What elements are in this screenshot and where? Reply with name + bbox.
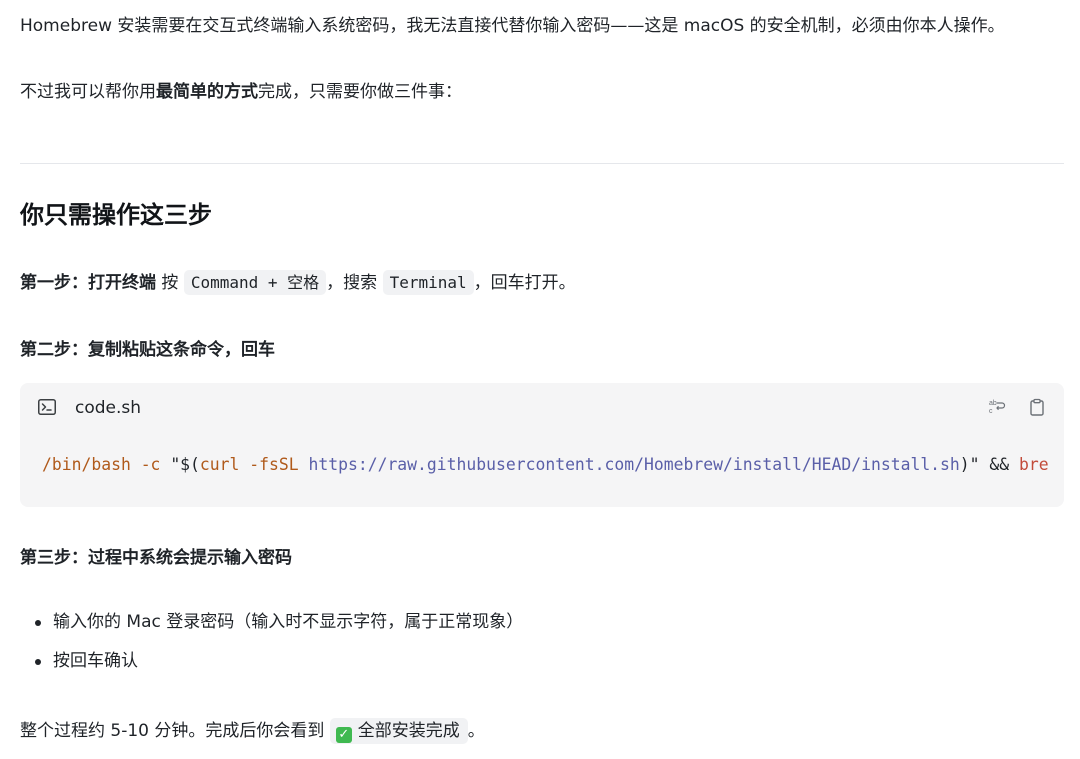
svg-text:c: c: [989, 408, 993, 415]
code-token-truncated: bre: [1019, 455, 1049, 474]
list-item: 输入你的 Mac 登录密码（输入时不显示字符，属于正常现象）: [20, 610, 523, 634]
bullet-dot: [35, 659, 41, 665]
intro-bold-text: 最简单的方式: [156, 82, 258, 102]
terminal-icon: [38, 399, 56, 415]
final-text-pre: 整个过程约 5-10 分钟。完成后你会看到: [20, 721, 330, 741]
horizontal-divider: [20, 163, 1064, 164]
code-token-flag: -c: [140, 455, 161, 474]
intro-text-post: 完成，只需要你做三件事：: [258, 82, 462, 102]
list-item-text: 按回车确认: [53, 651, 138, 671]
check-icon: ✓: [335, 727, 352, 743]
code-block-header: code.sh ab c: [20, 383, 1064, 433]
code-line[interactable]: /bin/bash -c "$(curl -fsSL https://raw.g…: [42, 453, 1049, 477]
bullet-dot: [35, 620, 41, 626]
step-three-list: 输入你的 Mac 登录密码（输入时不显示字符，属于正常现象） 按回车确认: [20, 610, 523, 688]
list-item-text: 输入你的 Mac 登录密码（输入时不显示字符，属于正常现象）: [53, 612, 524, 632]
step-one-label: 第一步：打开终端: [20, 273, 156, 293]
done-chip-text: 全部安装完成: [357, 721, 460, 741]
code-token-url: https://raw.githubusercontent.com/Homebr…: [308, 455, 960, 474]
clipboard-icon[interactable]: [1028, 398, 1046, 416]
code-token-subshell-open: "$(: [170, 455, 200, 474]
step-two-label: 第二步：复制粘贴这条命令，回车: [20, 340, 275, 360]
inline-code-shortcut: Command + 空格: [183, 270, 327, 295]
step-one: 第一步：打开终端 按 Command + 空格 ，搜索 Terminal ，回车打开…: [20, 270, 576, 295]
code-token-and: &&: [989, 455, 1010, 474]
final-paragraph: 整个过程约 5-10 分钟。完成后你会看到 ✓ 全部安装完成。: [20, 718, 485, 744]
code-token-curl: curl: [199, 455, 240, 474]
section-heading: 你只需操作这三步: [20, 201, 212, 229]
code-token-subshell-close: )": [959, 455, 980, 474]
final-text-post: 。: [467, 721, 485, 741]
intro-text-pre: 不过我可以帮你用: [20, 82, 156, 102]
code-filename: code.sh: [75, 398, 142, 418]
code-block: code.sh ab c /bin/bash -c "$(curl -fsSL …: [20, 383, 1064, 507]
code-token-command: /bin/bash: [42, 455, 131, 474]
step-three-label: 第三步：过程中系统会提示输入密码: [20, 548, 292, 568]
step-one-text-a: 按: [156, 273, 184, 293]
intro-paragraph: Homebrew 安装需要在交互式终端输入系统密码，我无法直接代替你输入密码——…: [20, 16, 1005, 36]
inline-code-terminal: Terminal: [382, 270, 474, 295]
intro-paragraph-2: 不过我可以帮你用最简单的方式完成，只需要你做三件事：: [20, 80, 462, 104]
inline-code-done: ✓ 全部安装完成: [329, 718, 468, 744]
code-token-flag: -fsSL: [249, 455, 299, 474]
svg-text:ab: ab: [989, 400, 997, 407]
word-wrap-icon[interactable]: ab c: [988, 398, 1006, 416]
list-item: 按回车确认: [20, 649, 523, 673]
step-one-text-b: ，搜索: [326, 273, 383, 293]
step-one-text-c: ，回车打开。: [473, 273, 576, 293]
